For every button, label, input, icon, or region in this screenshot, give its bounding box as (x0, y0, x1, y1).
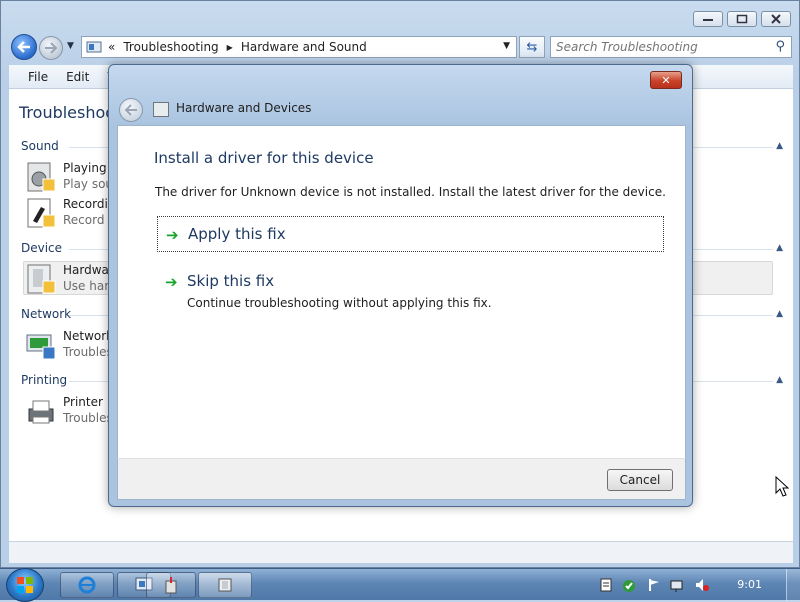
item-recording-audio[interactable]: Recordin Record a (25, 197, 116, 229)
item-title: Printer (63, 395, 103, 409)
action-center-icon[interactable] (599, 578, 613, 592)
maximize-icon (736, 14, 748, 24)
dialog-body: Install a driver for this device The dri… (117, 125, 686, 458)
dialog-footer: Cancel (117, 458, 686, 500)
flag-icon[interactable] (647, 578, 661, 592)
dialog-close-button[interactable]: ✕ (650, 71, 682, 89)
item-hardware-devices[interactable]: Hardwar Use hard (25, 263, 117, 295)
windows-logo-icon (17, 577, 33, 593)
collapse-network-icon[interactable]: ▲ (776, 309, 783, 319)
microphone-icon (25, 197, 57, 229)
dialog-title: Hardware and Devices (176, 101, 312, 115)
troubleshooting-icon (165, 577, 177, 594)
address-bar[interactable]: « Troubleshooting ▶ Hardware and Sound ▼ (81, 36, 517, 58)
start-button[interactable] (6, 568, 44, 602)
show-desktop-button[interactable] (786, 569, 800, 601)
category-device: Device (21, 241, 63, 255)
back-arrow-icon (124, 104, 137, 116)
collapse-device-icon[interactable]: ▲ (776, 243, 783, 253)
option-title: Apply this fix (188, 225, 286, 243)
mouse-cursor-icon (775, 476, 789, 497)
item-playing-audio[interactable]: Playing A Play sou (25, 161, 119, 193)
dialog-heading: Install a driver for this device (154, 149, 374, 167)
menu-file[interactable]: File (28, 70, 48, 84)
printer-icon (25, 395, 57, 427)
address-overflow[interactable]: « (108, 40, 115, 54)
collapse-sound-icon[interactable]: ▲ (776, 141, 783, 151)
item-printer[interactable]: Printer Troubles (25, 395, 113, 427)
item-desc: Troubles (63, 411, 113, 425)
search-input[interactable] (551, 37, 761, 57)
troubleshooter-dialog: ✕ Hardware and Devices Install a driver … (108, 64, 693, 507)
apply-fix-option[interactable]: ➔ Apply this fix (157, 216, 664, 252)
minimize-icon (703, 19, 713, 21)
window-close-button[interactable] (761, 11, 791, 27)
breadcrumb-chevron-icon[interactable]: ▶ (227, 43, 233, 52)
breadcrumb-hardware-and-sound[interactable]: Hardware and Sound (241, 40, 367, 54)
refresh-icon: ⇆ (526, 39, 538, 55)
refresh-button[interactable]: ⇆ (519, 36, 545, 58)
control-panel-icon (86, 41, 102, 53)
taskbar-troubleshooting[interactable] (146, 572, 196, 598)
back-arrow-icon (17, 41, 30, 53)
internet-explorer-icon (78, 576, 96, 594)
network-icon (25, 329, 57, 361)
back-button[interactable] (11, 34, 37, 60)
minimize-button[interactable] (693, 11, 723, 27)
search-icon[interactable]: ⚲ (775, 39, 785, 54)
maximize-button[interactable] (727, 11, 757, 27)
skip-fix-option[interactable]: ➔ Skip this fix Continue troubleshooting… (157, 264, 664, 310)
taskbar: 9:01 (0, 568, 800, 602)
green-arrow-icon: ➔ (165, 273, 178, 291)
forward-button[interactable] (39, 36, 63, 60)
dialog-description: The driver for Unknown device is not ins… (155, 185, 666, 199)
status-bar (9, 541, 793, 563)
page-title: Troubleshoot (19, 103, 122, 122)
security-shield-icon[interactable] (622, 578, 636, 592)
recent-pages-dropdown[interactable]: ▼ (67, 41, 74, 51)
dialog-back-button[interactable] (119, 98, 143, 122)
item-desc: Troubles (63, 345, 113, 359)
hardware-small-icon (218, 578, 232, 592)
item-title: Network (63, 329, 114, 343)
category-printing: Printing (21, 373, 68, 387)
menu-edit[interactable]: Edit (66, 70, 89, 84)
address-dropdown-icon[interactable]: ▼ (503, 41, 510, 51)
category-sound: Sound (21, 139, 59, 153)
taskbar-hardware-devices[interactable] (198, 572, 252, 598)
cancel-button[interactable]: Cancel (607, 469, 673, 491)
breadcrumb-troubleshooting[interactable]: Troubleshooting (123, 40, 218, 54)
volume-muted-icon[interactable] (695, 578, 709, 592)
close-icon (771, 14, 781, 24)
item-network[interactable]: Network Troubles (25, 329, 113, 361)
collapse-printing-icon[interactable]: ▲ (776, 375, 783, 385)
clock[interactable]: 9:01 (737, 578, 762, 591)
hardware-small-icon (153, 102, 169, 117)
search-box[interactable]: ⚲ (550, 36, 792, 58)
option-subtitle: Continue troubleshooting without applyin… (187, 296, 492, 310)
network-tray-icon[interactable] (670, 578, 684, 592)
taskbar-internet-explorer[interactable] (60, 572, 114, 598)
forward-arrow-icon (45, 42, 58, 54)
green-arrow-icon: ➔ (166, 226, 179, 244)
speaker-icon (25, 161, 57, 193)
category-network: Network (21, 307, 72, 321)
option-title: Skip this fix (187, 272, 275, 290)
hardware-icon (25, 263, 57, 295)
